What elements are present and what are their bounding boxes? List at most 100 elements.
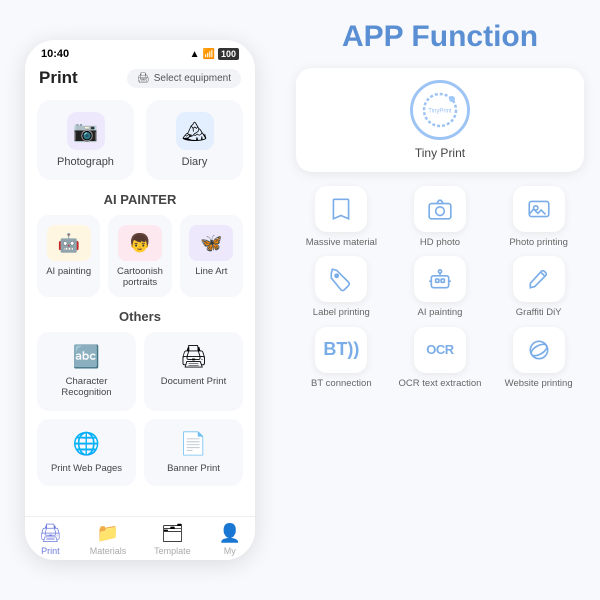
photograph-label: Photograph — [57, 156, 114, 168]
character-recognition-label: Character Recognition — [47, 376, 126, 399]
tiny-print-label: Tiny Print — [415, 146, 465, 160]
document-print-item[interactable]: 🖨 Document Print — [144, 332, 243, 411]
hd-photo-icon-wrap — [414, 186, 466, 232]
ai-painting-item[interactable]: 🤖 AI painting — [37, 215, 100, 297]
cartoonish-icon: 👦 — [118, 225, 162, 261]
document-print-label: Document Print — [161, 376, 226, 387]
ai-painting-feature-icon-wrap — [414, 256, 466, 302]
massive-material-icon-wrap — [315, 186, 367, 232]
svg-text:TinyPrint: TinyPrint — [428, 108, 452, 114]
nav-print-icon: 🖨 — [39, 523, 62, 544]
hd-photo-label: HD photo — [420, 237, 460, 248]
feature-grid: Massive material HD photo Photo printing… — [296, 186, 584, 389]
character-recognition-item[interactable]: 🔤 Character Recognition — [37, 332, 136, 411]
nav-materials-label: Materials — [90, 546, 127, 556]
planet-icon — [526, 337, 552, 363]
print-web-icon: 🌐 — [73, 431, 100, 457]
cartoonish-label: Cartoonish portraits — [114, 266, 165, 289]
bookmark-icon — [328, 196, 354, 222]
phone-frame: 10:40 ▲ 📶 100 Print 🖨 Select equipment 📷… — [25, 40, 255, 560]
quick-access-row: 📷 Photograph 🏔 Diary — [37, 100, 243, 180]
tiny-print-logo-svg: TinyPrint — [417, 87, 463, 133]
others-grid: 🔤 Character Recognition 🖨 Document Print… — [37, 332, 243, 486]
feature-website-printing: Website printing — [493, 327, 584, 389]
robot-icon — [427, 266, 453, 292]
feature-ai-painting: AI painting — [395, 256, 486, 318]
line-art-item[interactable]: 🦋 Line Art — [180, 215, 243, 297]
banner-print-item[interactable]: 📄 Banner Print — [144, 419, 243, 486]
bottom-navigation: 🖨 Print 📁 Materials 🗂 Template 👤 My — [25, 516, 255, 560]
ocr-label: OCR text extraction — [399, 378, 482, 389]
banner-print-icon: 📄 — [180, 431, 207, 457]
status-bar: 10:40 ▲ 📶 100 — [25, 40, 255, 64]
feature-graffiti-diy: Graffiti DiY — [493, 256, 584, 318]
nav-my-icon: 👤 — [219, 523, 241, 544]
label-printing-icon-wrap — [315, 256, 367, 302]
ai-painter-section-title: AI PAINTER — [37, 192, 243, 207]
nav-print-label: Print — [41, 546, 60, 556]
line-art-label: Line Art — [195, 266, 227, 277]
ai-painting-icon: 🤖 — [47, 225, 91, 261]
graffiti-diy-label: Graffiti DiY — [516, 307, 562, 318]
banner-print-label: Banner Print — [167, 463, 220, 474]
ai-painting-label: AI painting — [46, 266, 91, 277]
page-title: Print — [39, 68, 78, 88]
print-web-label: Print Web Pages — [51, 463, 122, 474]
phone-scroll-area[interactable]: 📷 Photograph 🏔 Diary AI PAINTER 🤖 AI pai… — [25, 96, 255, 516]
bluetooth-icon: BT)) — [323, 339, 359, 360]
tiny-print-logo: TinyPrint — [410, 80, 470, 140]
nav-my-label: My — [224, 546, 236, 556]
feature-hd-photo: HD photo — [395, 186, 486, 248]
nav-template-label: Template — [154, 546, 191, 556]
bt-connection-label: BT connection — [311, 378, 372, 389]
website-printing-icon-wrap — [513, 327, 565, 373]
photograph-icon-wrap: 📷 — [67, 112, 105, 150]
photo-print-icon — [526, 196, 552, 222]
wifi-icon: ▲ — [190, 49, 200, 60]
feature-ocr: OCR OCR text extraction — [395, 327, 486, 389]
massive-material-label: Massive material — [306, 237, 377, 248]
feature-label-printing: Label printing — [296, 256, 387, 318]
ocr-icon-wrap: OCR — [414, 327, 466, 373]
tiny-print-card: TinyPrint Tiny Print — [296, 68, 584, 172]
graffiti-diy-icon-wrap — [513, 256, 565, 302]
character-recognition-icon: 🔤 — [73, 344, 100, 370]
feature-bt-connection: BT)) BT connection — [296, 327, 387, 389]
pen-icon — [526, 266, 552, 292]
app-function-title: APP Function — [296, 20, 584, 54]
camera-icon — [427, 196, 453, 222]
select-equipment-button[interactable]: 🖨 Select equipment — [127, 69, 241, 88]
diary-label: Diary — [182, 156, 208, 168]
status-time: 10:40 — [41, 48, 69, 60]
ocr-icon: OCR — [426, 342, 453, 357]
tag-icon — [328, 266, 354, 292]
website-printing-label: Website printing — [505, 378, 573, 389]
phone-header: Print 🖨 Select equipment — [25, 64, 255, 96]
others-section-title: Others — [37, 309, 243, 324]
nav-materials-icon: 📁 — [97, 523, 119, 544]
print-web-pages-item[interactable]: 🌐 Print Web Pages — [37, 419, 136, 486]
ai-painting-feature-label: AI painting — [418, 307, 463, 318]
battery-icon: 100 — [218, 48, 239, 60]
photo-printing-label: Photo printing — [509, 237, 568, 248]
phone-mockup: 10:40 ▲ 📶 100 Print 🖨 Select equipment 📷… — [0, 0, 280, 600]
printer-icon: 🖨 — [137, 73, 150, 84]
nav-print[interactable]: 🖨 Print — [39, 523, 62, 556]
bt-connection-icon-wrap: BT)) — [315, 327, 367, 373]
nav-materials[interactable]: 📁 Materials — [90, 523, 127, 556]
nav-my[interactable]: 👤 My — [219, 523, 241, 556]
feature-massive-material: Massive material — [296, 186, 387, 248]
line-art-icon: 🦋 — [189, 225, 233, 261]
label-printing-label: Label printing — [313, 307, 370, 318]
quick-item-photograph[interactable]: 📷 Photograph — [37, 100, 134, 180]
diary-icon-wrap: 🏔 — [176, 112, 214, 150]
feature-photo-printing: Photo printing — [493, 186, 584, 248]
document-print-icon: 🖨 — [180, 344, 208, 370]
cartoonish-item[interactable]: 👦 Cartoonish portraits — [108, 215, 171, 297]
app-function-section: APP Function TinyPrint Tiny Print Massiv… — [280, 0, 600, 600]
quick-item-diary[interactable]: 🏔 Diary — [146, 100, 243, 180]
nav-template[interactable]: 🗂 Template — [154, 523, 191, 556]
ai-painter-grid: 🤖 AI painting 👦 Cartoonish portraits 🦋 L… — [37, 215, 243, 297]
nav-template-icon: 🗂 — [161, 523, 184, 544]
photo-printing-icon-wrap — [513, 186, 565, 232]
